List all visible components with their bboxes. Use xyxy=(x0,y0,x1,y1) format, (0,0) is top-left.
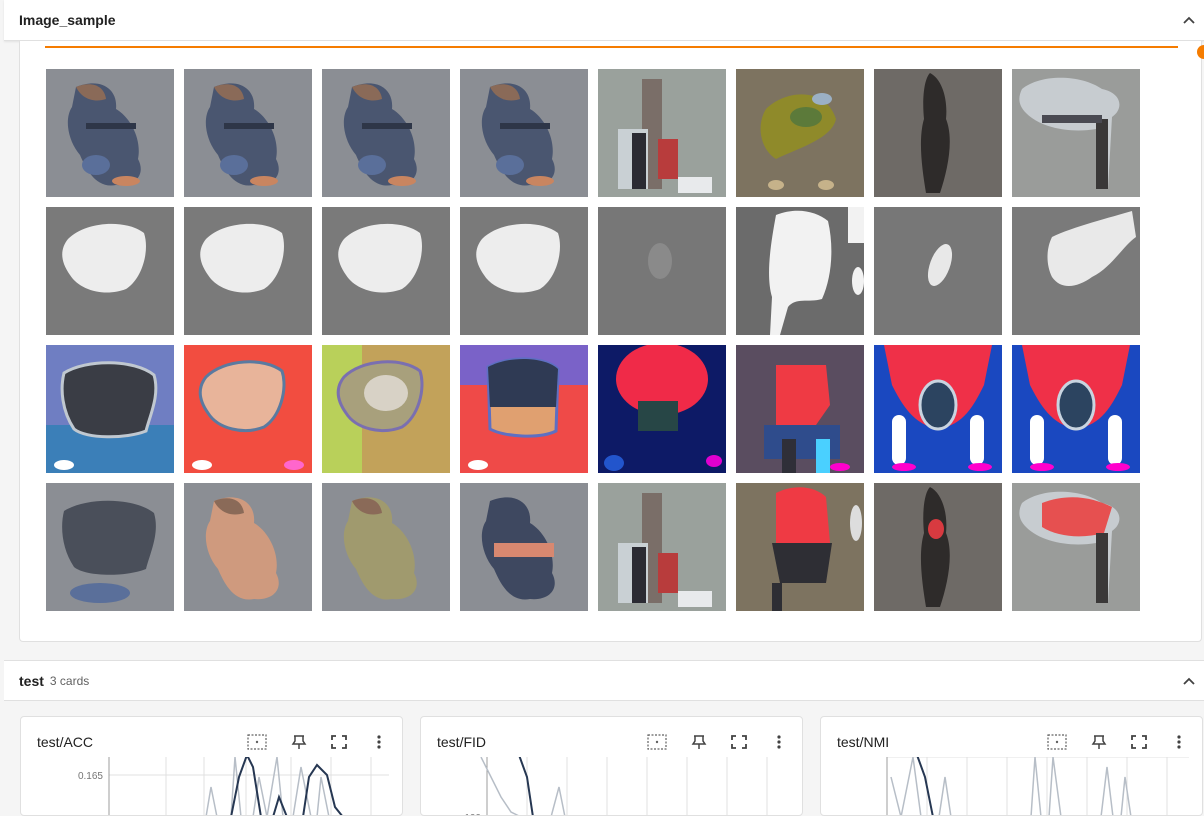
card-title: test/FID xyxy=(437,734,487,750)
more-icon[interactable] xyxy=(369,734,389,750)
test-section-header[interactable]: test 3 cards xyxy=(4,660,1204,701)
sample-image[interactable] xyxy=(736,69,864,197)
card-title: test/NMI xyxy=(837,734,890,750)
sample-image[interactable] xyxy=(1012,69,1140,197)
sample-image[interactable] xyxy=(874,69,1002,197)
sample-image[interactable] xyxy=(1012,345,1140,473)
more-icon[interactable] xyxy=(1169,734,1189,750)
sample-image[interactable] xyxy=(736,207,864,335)
chart-card-fid: test/FID 100 xyxy=(420,716,803,816)
step-slider[interactable] xyxy=(45,45,1204,59)
sample-image[interactable] xyxy=(874,483,1002,611)
y-tick-label: 0.165 xyxy=(78,771,103,782)
sample-image[interactable] xyxy=(460,69,588,197)
pin-icon[interactable] xyxy=(1089,734,1109,750)
fullscreen-icon[interactable] xyxy=(329,734,349,750)
sample-image[interactable] xyxy=(1012,207,1140,335)
sample-image[interactable] xyxy=(322,69,450,197)
smoothed-series-line xyxy=(518,757,534,815)
chart-card-acc: test/ACC 0.165 xyxy=(20,716,403,816)
sample-image[interactable] xyxy=(598,345,726,473)
image-grid xyxy=(46,69,1140,611)
sample-image[interactable] xyxy=(598,69,726,197)
chart-plot[interactable]: 100 xyxy=(421,757,802,816)
sample-image[interactable] xyxy=(460,207,588,335)
slider-thumb[interactable] xyxy=(1197,45,1204,59)
sample-image[interactable] xyxy=(736,483,864,611)
chart-plot[interactable]: 0.165 xyxy=(21,757,402,816)
section-title: test xyxy=(19,672,44,689)
image-section-header[interactable]: Image_sample xyxy=(4,0,1204,41)
sample-image[interactable] xyxy=(184,345,312,473)
fullscreen-icon[interactable] xyxy=(729,734,749,750)
sample-image[interactable] xyxy=(1012,483,1140,611)
pin-icon[interactable] xyxy=(289,734,309,750)
sample-image[interactable] xyxy=(46,483,174,611)
chevron-up-icon[interactable] xyxy=(1182,13,1196,27)
sample-image[interactable] xyxy=(598,483,726,611)
fit-domain-icon[interactable] xyxy=(647,734,667,750)
sample-image[interactable] xyxy=(736,345,864,473)
fit-domain-icon[interactable] xyxy=(1047,734,1067,750)
sample-image[interactable] xyxy=(46,69,174,197)
more-icon[interactable] xyxy=(769,734,789,750)
chart-card-nmi: test/NMI xyxy=(820,716,1203,816)
raw-series-line xyxy=(205,757,330,815)
fit-domain-icon[interactable] xyxy=(247,734,267,750)
pin-icon[interactable] xyxy=(689,734,709,750)
sample-image[interactable] xyxy=(46,345,174,473)
section-title: Image_sample xyxy=(19,12,116,28)
sample-image[interactable] xyxy=(874,207,1002,335)
smoothed-series-line xyxy=(230,757,343,815)
sample-image[interactable] xyxy=(460,345,588,473)
card-title: test/ACC xyxy=(37,734,94,750)
sample-image[interactable] xyxy=(322,345,450,473)
sample-image[interactable] xyxy=(322,207,450,335)
sample-image[interactable] xyxy=(184,483,312,611)
sample-image[interactable] xyxy=(184,207,312,335)
image-card xyxy=(19,41,1204,642)
sample-image[interactable] xyxy=(46,207,174,335)
chevron-up-icon[interactable] xyxy=(1182,674,1196,688)
sample-image[interactable] xyxy=(184,69,312,197)
card-count: 3 cards xyxy=(49,673,90,688)
sample-image[interactable] xyxy=(598,207,726,335)
sample-image[interactable] xyxy=(460,483,588,611)
sample-image[interactable] xyxy=(874,345,1002,473)
chart-plot[interactable] xyxy=(821,757,1202,816)
sample-image[interactable] xyxy=(322,483,450,611)
fullscreen-icon[interactable] xyxy=(1129,734,1149,750)
